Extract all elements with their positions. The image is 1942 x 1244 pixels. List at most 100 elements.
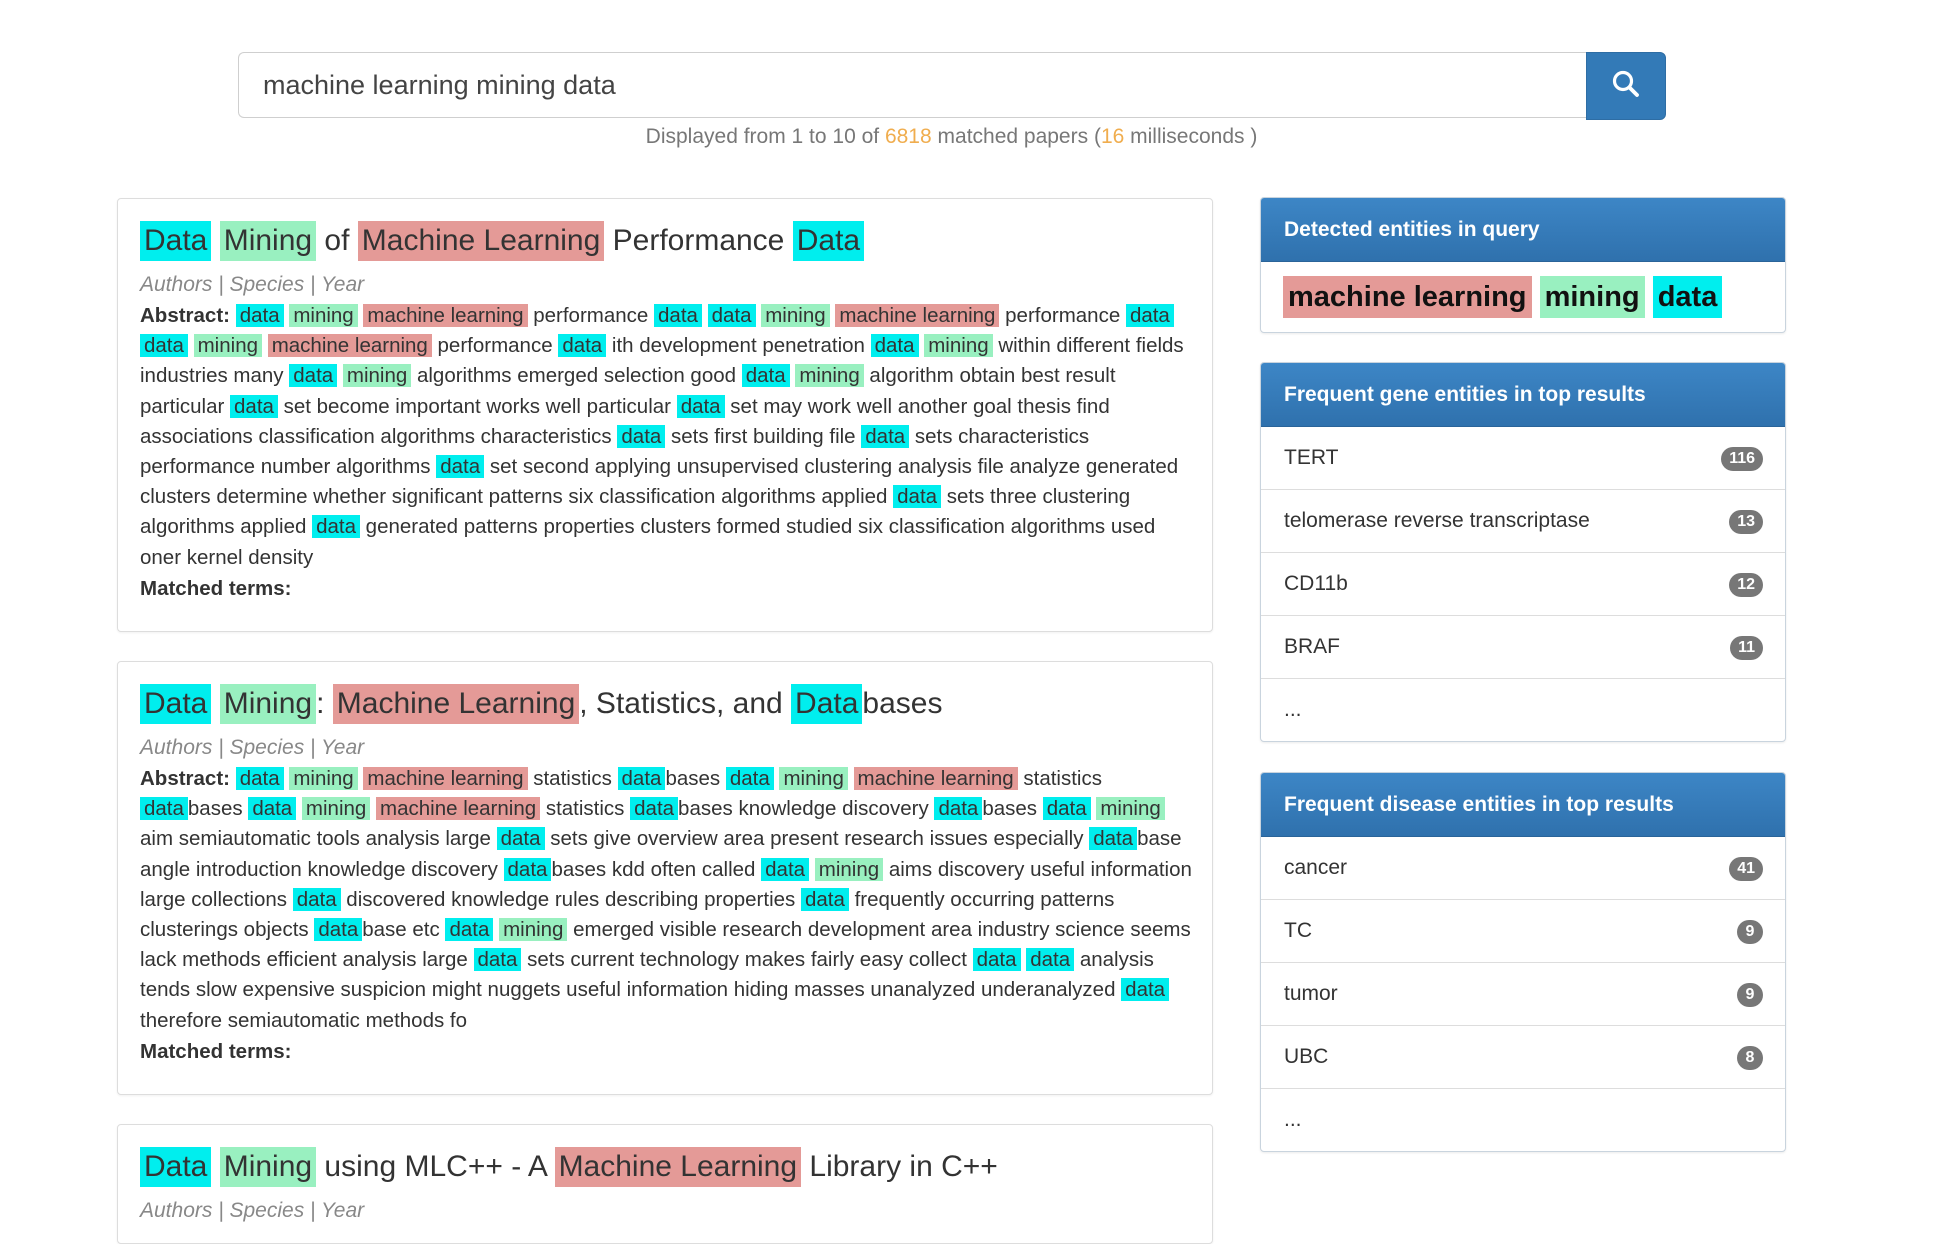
disease-entity-item[interactable]: TC 9 [1261, 900, 1785, 963]
result-card: Data Mining: Machine Learning, Statistic… [117, 661, 1213, 1095]
text-segment [262, 334, 268, 357]
highlight-data: data [1125, 304, 1174, 327]
highlight-data: data [496, 827, 545, 851]
disease-entity-item[interactable]: cancer 41 [1261, 837, 1785, 900]
highlight-machine-learning: machine learning [835, 304, 1000, 327]
highlight-data: data [861, 424, 910, 448]
result-title[interactable]: Data Mining of Machine Learning Performa… [140, 221, 1190, 261]
result-title[interactable]: Data Mining: Machine Learning, Statistic… [140, 684, 1190, 724]
highlight-data: data [1121, 978, 1170, 1002]
panel-title: Detected entities in query [1261, 198, 1785, 262]
highlight-data: data [235, 304, 284, 327]
text-segment: statistics [1017, 767, 1102, 790]
highlight-machine-learning: Machine Learning [554, 1147, 802, 1187]
highlight-data: data [893, 485, 942, 509]
highlight-machine-learning: machine learning [267, 334, 432, 358]
highlight-machine-learning: machine learning [363, 304, 528, 327]
highlight-data: Data [791, 684, 863, 724]
highlight-mining: mining [301, 797, 371, 821]
text-segment: sets current technology makes fairly eas… [521, 948, 973, 972]
result-meta: Authors | Species | Year [140, 736, 365, 759]
matched-terms-label: Matched terms: [140, 1039, 292, 1063]
highlight-data: data [800, 887, 849, 911]
text-segment: , Statistics, and [579, 687, 792, 720]
gene-entity-item[interactable]: telomerase reverse transcriptase 13 [1261, 490, 1785, 553]
highlight-data: data [473, 948, 522, 972]
text-segment: performance [431, 334, 559, 358]
highlight-mining: mining [342, 364, 412, 388]
gene-entity-item[interactable]: CD11b 12 [1261, 553, 1785, 616]
entity-label: tumor [1284, 982, 1338, 1005]
highlight-data: data [140, 797, 188, 821]
text-segment: bases kdd often called [551, 857, 762, 881]
count-badge: 8 [1737, 1046, 1763, 1070]
more-entities-item[interactable]: ... [1261, 679, 1785, 741]
disease-entity-item[interactable]: tumor 9 [1261, 963, 1785, 1026]
search-button[interactable] [1586, 52, 1666, 120]
text-segment: bases knowledge discovery [678, 797, 935, 821]
highlight-data: Data [140, 1147, 212, 1187]
count-badge: 41 [1729, 857, 1763, 881]
entity-label: ... [1284, 698, 1302, 721]
text-segment: algorithms emerged selection good [411, 364, 742, 388]
highlight-machine-learning: Machine Learning [332, 684, 580, 724]
text-segment: bases [862, 687, 943, 720]
highlight-data: data [761, 857, 810, 881]
result-count: 6818 [884, 125, 932, 148]
highlight-data: data [725, 767, 774, 790]
result-card: Data Mining of Machine Learning Performa… [117, 198, 1213, 632]
count-badge: 9 [1737, 920, 1763, 944]
highlight-data: data [140, 334, 188, 358]
search-input[interactable] [238, 52, 1586, 118]
highlight-machine-learning: machine learning [1283, 276, 1532, 318]
text-segment: bases [665, 767, 726, 790]
count-badge: 9 [1737, 983, 1763, 1007]
entity-label: ... [1284, 1108, 1302, 1131]
abstract-label: Abstract: [140, 304, 230, 327]
text-segment: statistics [527, 767, 618, 790]
highlight-mining: mining [1539, 276, 1645, 318]
highlight-machine-learning: machine learning [853, 767, 1018, 790]
entity-label: TERT [1284, 446, 1339, 469]
disease-entity-item[interactable]: UBC 8 [1261, 1026, 1785, 1089]
highlight-data: data [617, 424, 666, 448]
text-segment: bases [982, 797, 1043, 821]
highlight-machine-learning: machine learning [363, 767, 528, 790]
text-segment: set become important works well particul… [277, 394, 677, 418]
result-title[interactable]: Data Mining using MLC++ - A Machine Lear… [140, 1147, 1190, 1187]
text-segment: ith development penetration [606, 334, 871, 358]
highlight-data: Data [140, 221, 212, 261]
query-entity-list: machine learning mining data [1261, 262, 1785, 332]
gene-entities-panel: Frequent gene entities in top results TE… [1260, 362, 1786, 742]
entity-label: cancer [1284, 856, 1348, 879]
text-segment [809, 858, 815, 881]
gene-entity-item[interactable]: BRAF 11 [1261, 616, 1785, 679]
highlight-data: data [312, 515, 360, 539]
abstract-label: Abstract: [140, 767, 230, 790]
highlight-data: data [654, 304, 702, 327]
highlight-mining: Mining [219, 1147, 317, 1187]
highlight-mining: mining [924, 334, 993, 358]
count-badge: 13 [1729, 510, 1763, 534]
more-entities-item[interactable]: ... [1261, 1089, 1785, 1151]
highlight-data: data [230, 394, 278, 418]
highlight-data: data [741, 364, 790, 388]
text-segment: discovered knowledge rules describing pr… [340, 887, 801, 911]
highlight-data: data [934, 797, 983, 821]
text-segment: : [316, 687, 333, 720]
text-segment: performance [527, 304, 655, 327]
text-segment: Performance [604, 224, 793, 257]
highlight-machine-learning: machine learning [376, 797, 541, 821]
text-segment: bases [187, 797, 249, 821]
text-segment: using MLC++ - A [316, 1150, 555, 1183]
result-card: Data Mining using MLC++ - A Machine Lear… [117, 1124, 1213, 1244]
highlight-mining: mining [814, 857, 884, 881]
highlight-data: data [1042, 797, 1091, 821]
highlight-mining: mining [795, 364, 864, 388]
result-meta: Authors | Species | Year [140, 1199, 365, 1222]
gene-entity-item[interactable]: TERT 116 [1261, 427, 1785, 490]
entity-label: UBC [1284, 1045, 1329, 1068]
highlight-mining: mining [193, 334, 262, 358]
count-badge: 116 [1721, 447, 1763, 471]
highlight-data: data [676, 394, 725, 418]
